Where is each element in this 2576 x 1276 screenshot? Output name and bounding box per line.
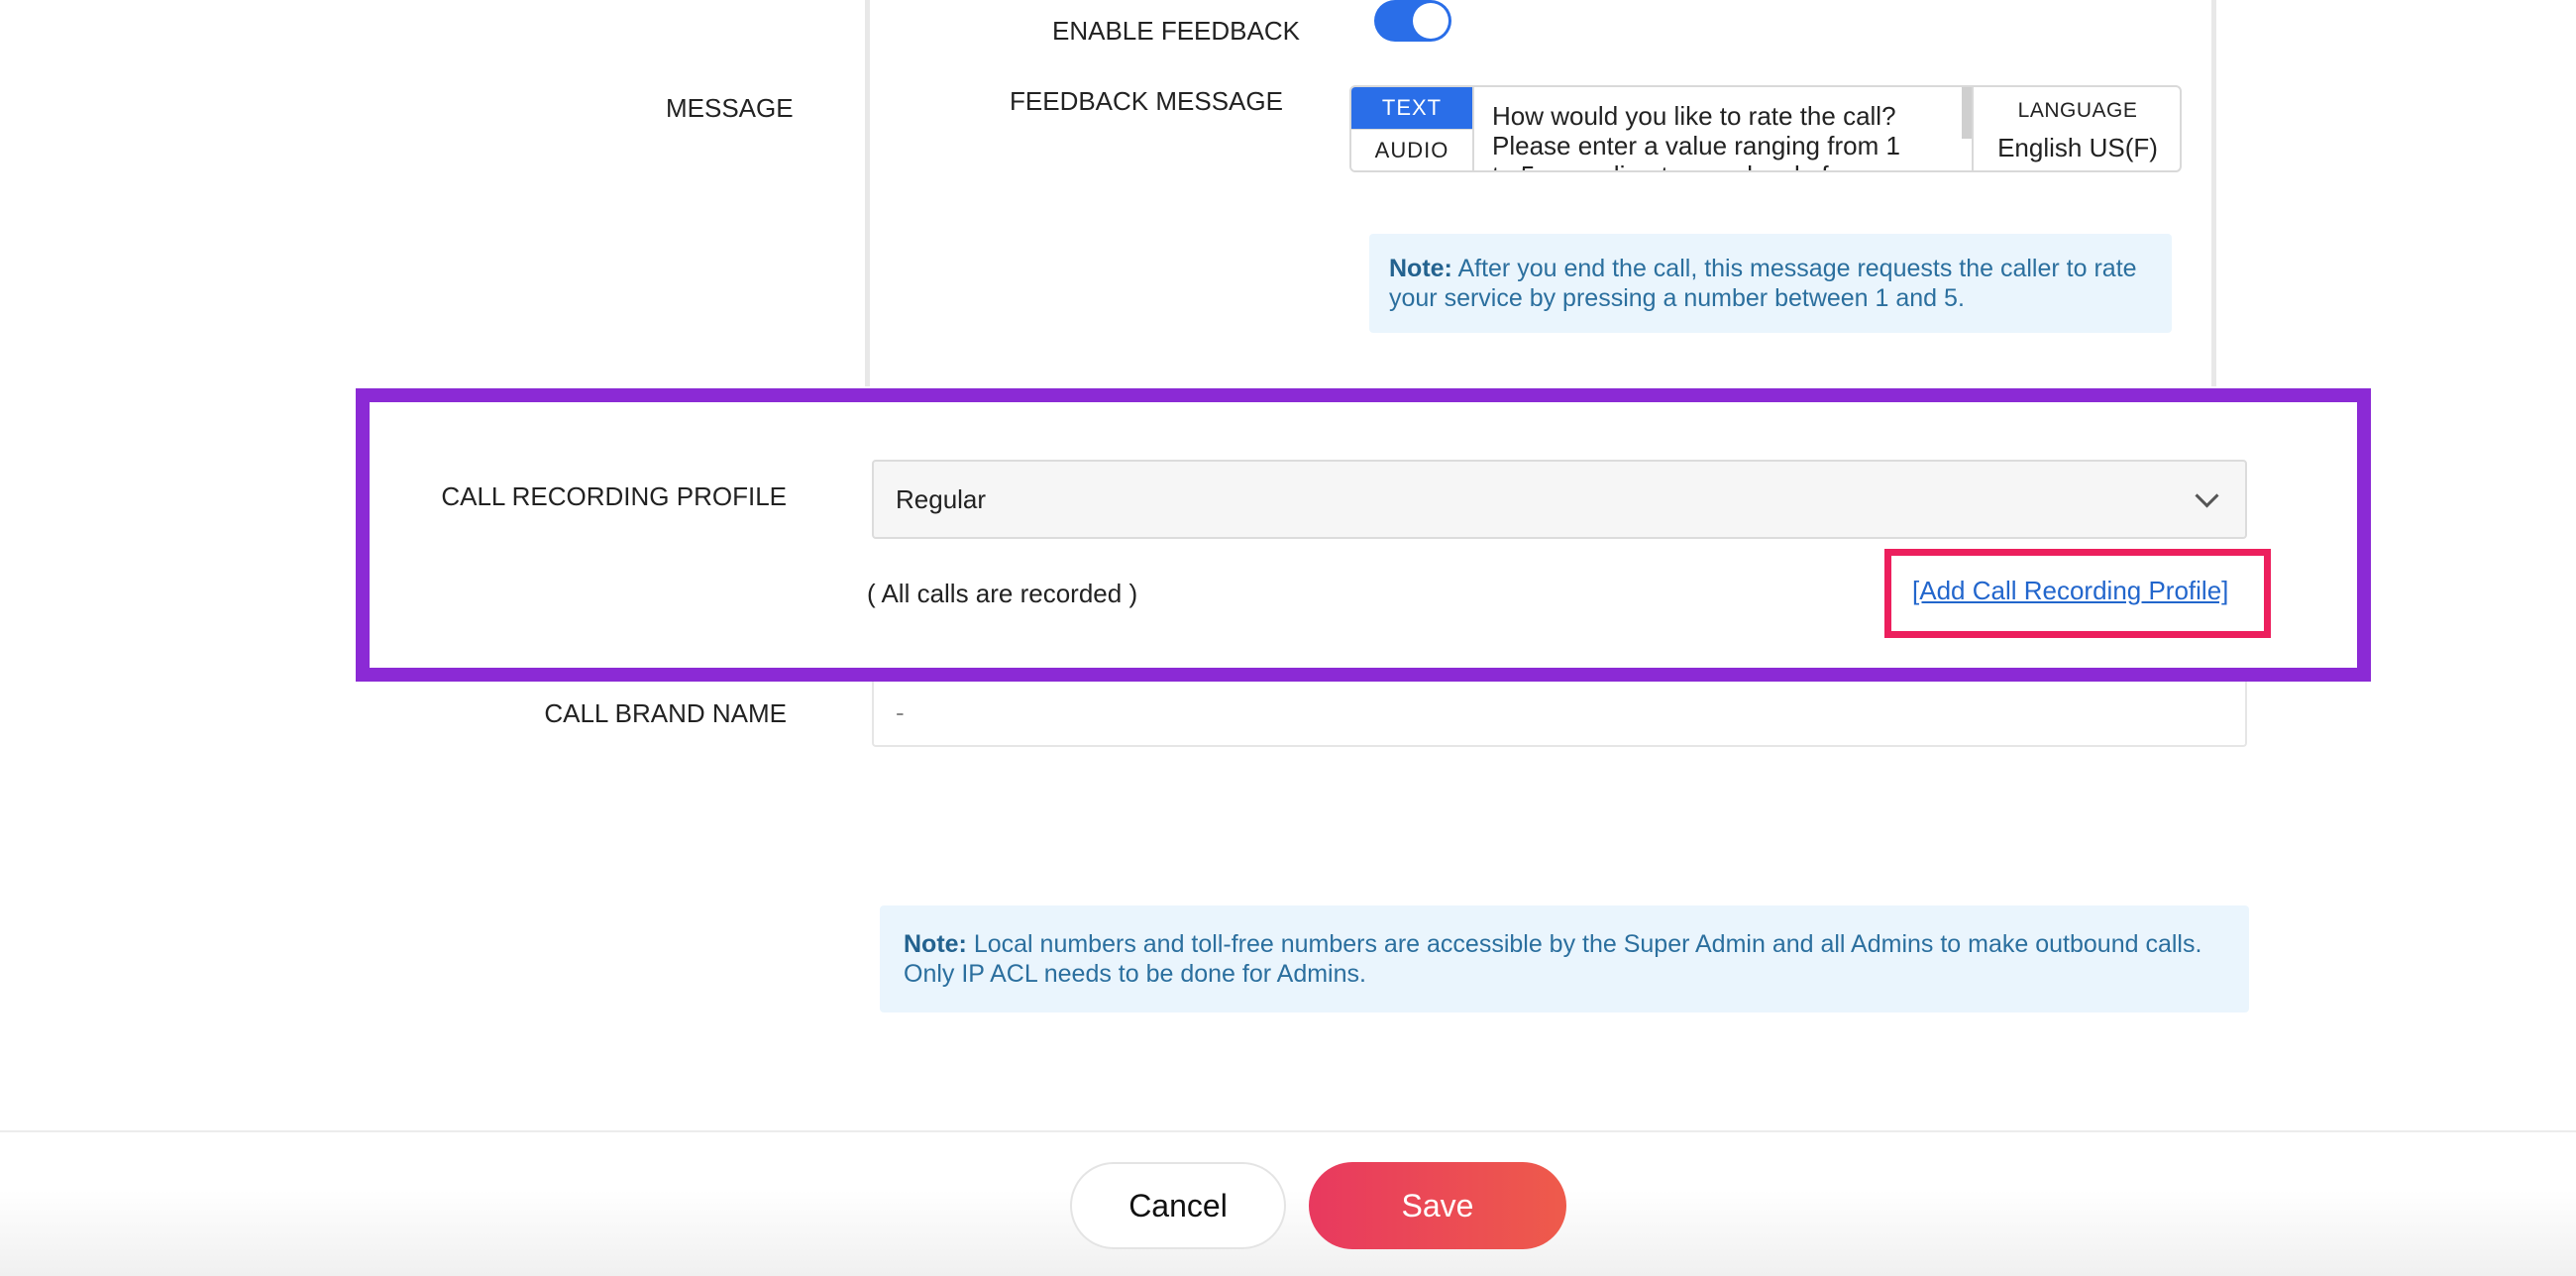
- feedback-message-label: FEEDBACK MESSAGE: [1010, 86, 1283, 116]
- outbound-note-bold: Note:: [904, 930, 967, 958]
- message-type-tabs: TEXT AUDIO: [1351, 87, 1474, 170]
- outbound-note: Note: Local numbers and toll-free number…: [880, 905, 2249, 1012]
- textarea-scrollbar[interactable]: [1962, 87, 1972, 139]
- feedback-message-editor: TEXT AUDIO How would you like to rate th…: [1349, 85, 2182, 172]
- cancel-button[interactable]: Cancel: [1070, 1162, 1286, 1249]
- language-value: English US(F): [1997, 133, 2158, 162]
- feedback-message-textarea[interactable]: How would you like to rate the call? Ple…: [1492, 101, 1928, 170]
- toggle-knob: [1413, 3, 1449, 39]
- call-brand-name-field[interactable]: -: [872, 680, 2247, 747]
- language-title: LANGUAGE: [2017, 99, 2138, 122]
- tab-text[interactable]: TEXT: [1351, 87, 1472, 129]
- call-brand-name-value: -: [896, 696, 905, 727]
- message-section-label: MESSAGE: [666, 93, 794, 123]
- save-button[interactable]: Save: [1309, 1162, 1566, 1249]
- feedback-panel-border-left: [865, 0, 870, 386]
- feedback-note: Note: After you end the call, this messa…: [1369, 234, 2172, 333]
- feedback-panel-border-right: [2211, 0, 2216, 386]
- outbound-note-text: Local numbers and toll-free numbers are …: [904, 930, 2202, 988]
- footer-bar: [0, 1132, 2576, 1276]
- feedback-note-bold: Note:: [1389, 255, 1452, 282]
- enable-feedback-label: ENABLE FEEDBACK: [1052, 16, 1300, 46]
- enable-feedback-toggle[interactable]: [1374, 0, 1451, 42]
- tab-audio[interactable]: AUDIO: [1351, 129, 1472, 170]
- footer-divider: [0, 1130, 2576, 1132]
- call-brand-name-label: CALL BRAND NAME: [544, 698, 787, 728]
- feedback-note-text: After you end the call, this message req…: [1389, 255, 2137, 312]
- language-selector[interactable]: LANGUAGE English US(F): [1972, 87, 2180, 170]
- highlight-add-link: [1884, 549, 2271, 638]
